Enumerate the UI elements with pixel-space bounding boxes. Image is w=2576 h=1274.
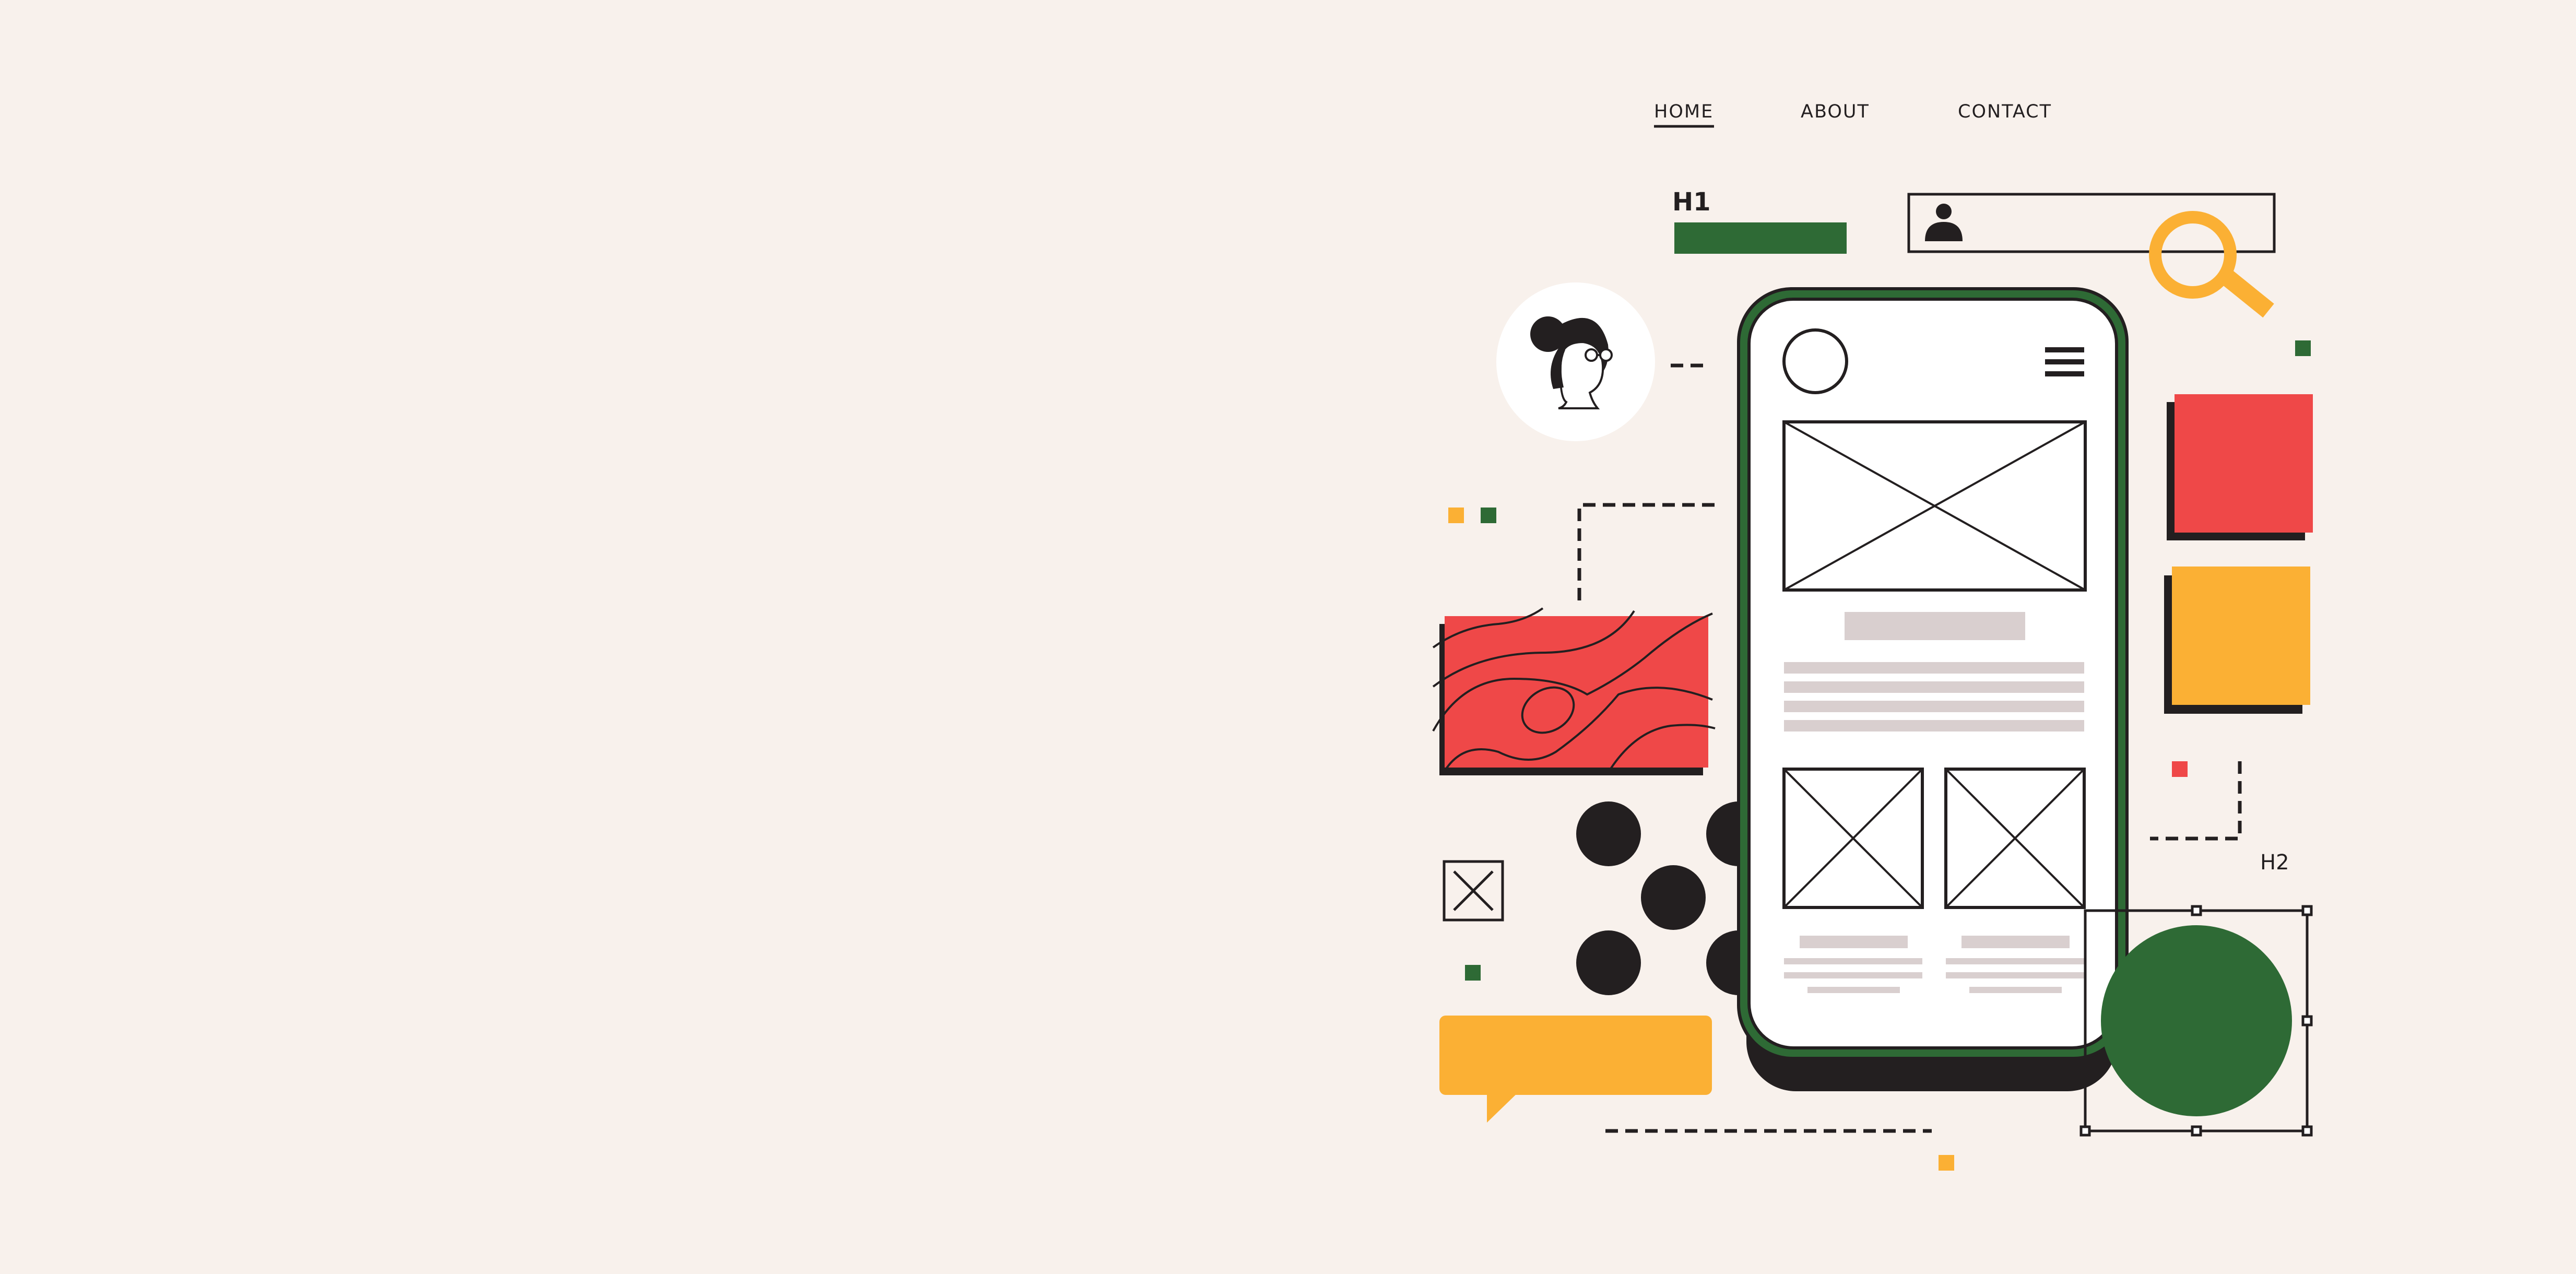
accent-square-green xyxy=(2295,340,2311,356)
avatar xyxy=(1496,282,1655,441)
top-navigation: HOME ABOUT CONTACT xyxy=(1654,101,2052,128)
accent-square-yellow xyxy=(1939,1155,1954,1171)
nav-about-link[interactable]: ABOUT xyxy=(1801,101,1870,122)
accent-square-green xyxy=(1481,508,1496,523)
speech-bubble xyxy=(1439,1016,1712,1123)
green-circle-shape xyxy=(2101,925,2292,1116)
yellow-color-block xyxy=(2164,567,2310,714)
phone-mockup xyxy=(1737,287,2129,1091)
h1-heading-bar xyxy=(1674,222,1847,254)
user-icon xyxy=(1925,204,1963,241)
nav-contact-link[interactable]: CONTACT xyxy=(1958,101,2052,122)
card-image-placeholder xyxy=(1944,768,2086,909)
h2-label: H2 xyxy=(2260,851,2289,875)
accent-square-red xyxy=(2172,761,2188,777)
hamburger-icon[interactable] xyxy=(2045,347,2084,376)
red-pattern-card xyxy=(1432,607,1716,775)
red-color-block xyxy=(2167,394,2313,540)
h1-label: H1 xyxy=(1672,187,1711,217)
dashed-connector xyxy=(1577,503,1718,600)
magnifier-icon xyxy=(2149,211,2274,318)
card-image-placeholder xyxy=(1782,768,1924,909)
image-placeholder-icon xyxy=(1443,860,1504,922)
accent-square-yellow xyxy=(1448,508,1464,523)
accent-square-green xyxy=(1465,965,1481,981)
hero-image-placeholder xyxy=(1782,420,2087,592)
dashed-connector xyxy=(2150,761,2242,841)
nav-home-link[interactable]: HOME xyxy=(1654,101,1714,122)
title-placeholder xyxy=(1845,612,2025,640)
wireframe-illustration: HOME ABOUT CONTACT H1 H2 xyxy=(1432,101,2313,1171)
